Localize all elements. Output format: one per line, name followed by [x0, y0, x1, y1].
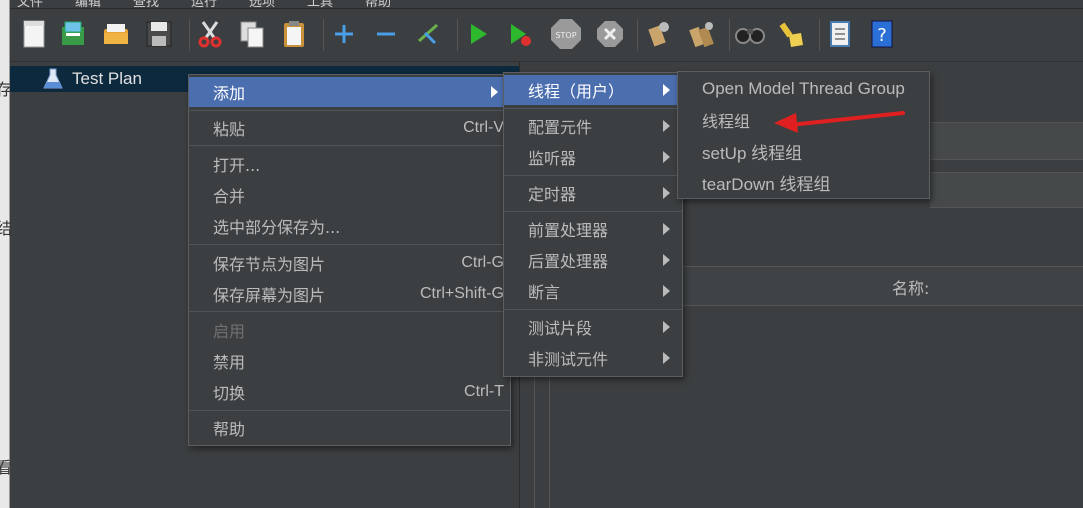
menu-item-label: 断言 — [528, 283, 561, 302]
shutdown-icon[interactable] — [593, 17, 627, 51]
reset-search-icon[interactable] — [775, 17, 809, 51]
menu-item-shortcut: Ctrl+Shift-G — [419, 285, 504, 302]
menu-item-label: 选中部分保存为... — [213, 218, 341, 237]
background-char: 看 — [0, 458, 13, 477]
clear-icon[interactable] — [641, 17, 675, 51]
start-icon[interactable] — [461, 17, 495, 51]
submenu-item-setup-thread-group[interactable]: setUp 线程组 — [678, 136, 929, 166]
menu-item-label: 打开... — [213, 156, 261, 175]
background-window-strip: 存 结 看 — [0, 0, 13, 508]
context-menu: 添加 粘贴 Ctrl-V 打开... 合并 选中部分保存为... 保存节点为图片… — [188, 74, 511, 446]
new-icon[interactable] — [17, 17, 51, 51]
submenu-arrow-icon — [663, 321, 670, 333]
svg-text:?: ? — [877, 25, 887, 46]
annotation-arrow-icon — [774, 111, 905, 133]
menu-item-label: 线程（用户） — [528, 82, 625, 101]
name-column-label: 名称: — [892, 279, 930, 298]
submenu-item-listeners[interactable]: 监听器 — [504, 142, 682, 172]
menu-item-label: 粘贴 — [213, 120, 246, 139]
submenu-item-test-fragment[interactable]: 测试片段 — [504, 312, 682, 342]
menu-item-add[interactable]: 添加 — [189, 77, 510, 107]
right-pane-table-header — [683, 266, 1083, 306]
copy-icon[interactable] — [235, 17, 269, 51]
menu-item-label: 合并 — [213, 187, 246, 206]
cut-icon[interactable] — [193, 17, 227, 51]
expand-icon[interactable] — [327, 17, 361, 51]
submenu-item-non-test-elements[interactable]: 非测试元件 — [504, 343, 682, 373]
menu-item-merge[interactable]: 合并 — [189, 180, 510, 210]
menu-item-label: 启用 — [213, 322, 246, 341]
menu-item-label: 禁用 — [213, 353, 246, 372]
paste-icon[interactable] — [277, 17, 311, 51]
menu-item-label: 切换 — [213, 384, 246, 403]
tree-node-label: Test Plan — [72, 69, 142, 88]
menu-item-save-selection[interactable]: 选中部分保存为... — [189, 211, 510, 241]
menu-item-label: 测试片段 — [528, 319, 593, 338]
submenu-arrow-icon — [663, 187, 670, 199]
menu-item-shortcut: Ctrl-T — [464, 383, 504, 400]
menu-item-label: 配置元件 — [528, 118, 593, 137]
function-helper-icon[interactable] — [823, 17, 857, 51]
right-pane-field — [930, 172, 1083, 208]
menu-item-label: tearDown 线程组 — [702, 174, 831, 194]
right-pane-line — [534, 372, 535, 508]
menu-item-label: 帮助 — [213, 420, 246, 439]
stop-icon[interactable]: STOP — [549, 17, 583, 51]
submenu-arrow-icon — [663, 352, 670, 364]
menu-item-label: 添加 — [213, 84, 246, 103]
background-char: 存 — [0, 80, 13, 99]
menu-item-label: 保存节点为图片 — [213, 255, 326, 274]
menu-item-save-screen-image[interactable]: 保存屏幕为图片 Ctrl+Shift-G — [189, 279, 510, 309]
submenu-arrow-icon — [663, 120, 670, 132]
menu-item-open[interactable]: 打开... — [189, 149, 510, 179]
submenu-item-threads[interactable]: 线程（用户） — [504, 75, 682, 105]
search-icon[interactable] — [733, 17, 767, 51]
open-icon[interactable] — [99, 17, 133, 51]
submenu-arrow-icon — [491, 86, 498, 98]
menu-bar: 文件 编辑 查找 运行 选项 工具 帮助 — [9, 0, 1083, 10]
collapse-icon[interactable] — [369, 17, 403, 51]
menu-item-help[interactable]: 帮助 — [189, 413, 510, 443]
submenu-item-assertions[interactable]: 断言 — [504, 276, 682, 306]
templates-icon[interactable] — [56, 17, 90, 51]
submenu-item-teardown-thread-group[interactable]: tearDown 线程组 — [678, 167, 929, 197]
svg-text:STOP: STOP — [555, 31, 576, 40]
menu-item-disable[interactable]: 禁用 — [189, 346, 510, 376]
menu-item-label: 监听器 — [528, 149, 577, 168]
submenu-item-timers[interactable]: 定时器 — [504, 178, 682, 208]
menu-item-paste[interactable]: 粘贴 Ctrl-V — [189, 113, 510, 143]
submenu-item-post-processors[interactable]: 后置处理器 — [504, 245, 682, 275]
menu-item-label: 前置处理器 — [528, 221, 609, 240]
flask-icon — [43, 68, 63, 89]
menu-item-label: 保存屏幕为图片 — [213, 286, 326, 305]
menu-item-label: 后置处理器 — [528, 252, 609, 271]
submenu-item-config-elements[interactable]: 配置元件 — [504, 111, 682, 141]
menu-item-label: 线程组 — [702, 112, 751, 131]
submenu-arrow-icon — [663, 151, 670, 163]
menu-item-label: 非测试元件 — [528, 350, 609, 369]
help-icon[interactable]: ? — [865, 17, 899, 51]
menu-item-enable: 启用 — [189, 315, 510, 345]
menu-item-toggle[interactable]: 切换 Ctrl-T — [189, 377, 510, 407]
submenu-arrow-icon — [663, 285, 670, 297]
menu-item-label: 定时器 — [528, 185, 577, 204]
menu-item-save-node-image[interactable]: 保存节点为图片 Ctrl-G — [189, 248, 510, 278]
right-pane-line — [549, 372, 550, 508]
submenu-item-pre-processors[interactable]: 前置处理器 — [504, 214, 682, 244]
submenu-arrow-icon — [663, 254, 670, 266]
add-submenu: 线程（用户） 配置元件 监听器 定时器 前置处理器 后置处理器 断言 测试片段 … — [503, 72, 683, 377]
submenu-arrow-icon — [663, 223, 670, 235]
clear-all-icon[interactable] — [685, 17, 719, 51]
right-pane-field — [930, 122, 1083, 160]
menu-item-shortcut: Ctrl-V — [463, 119, 504, 136]
menu-item-label: Open Model Thread Group — [702, 79, 905, 98]
menu-item-shortcut: Ctrl-G — [461, 254, 504, 271]
background-char: 结 — [0, 219, 13, 238]
submenu-arrow-icon — [663, 84, 670, 96]
start-no-pause-icon[interactable] — [503, 17, 537, 51]
toggle-icon[interactable] — [411, 17, 445, 51]
toolbar: STOP ? — [9, 9, 1083, 62]
save-icon[interactable] — [142, 17, 176, 51]
menu-item-label: setUp 线程组 — [702, 143, 803, 163]
